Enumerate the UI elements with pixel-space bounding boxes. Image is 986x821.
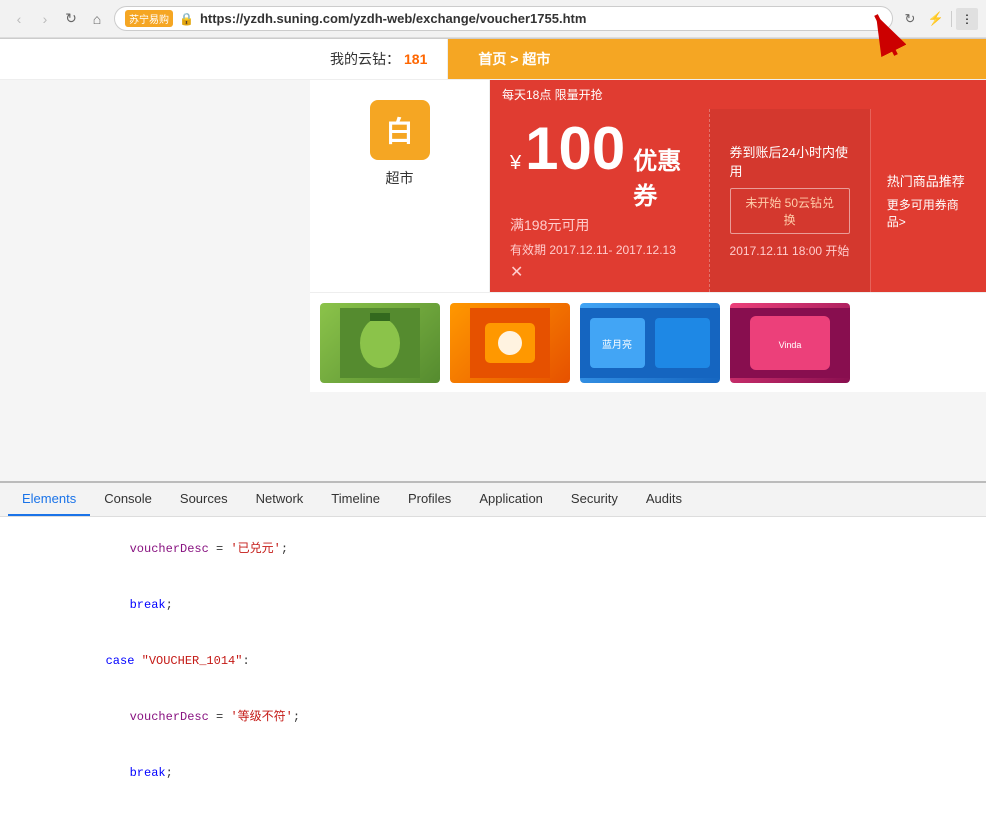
- more-link[interactable]: 更多可用券商品>: [887, 196, 970, 230]
- product-item-2[interactable]: [450, 303, 570, 383]
- products-area: 蓝月亮 Vinda: [310, 292, 986, 392]
- reload-button[interactable]: ↻: [60, 8, 82, 30]
- code-line-3: case "VOUCHER_1014":: [0, 633, 986, 689]
- code-line-2: break;: [0, 577, 986, 633]
- tab-elements[interactable]: Elements: [8, 483, 90, 516]
- coupon-main: ¥ 100 优惠券 满198元可用 有效期 2017.12.11- 2017.1…: [490, 109, 986, 292]
- code-line-1: voucherDesc = '已兑元';: [0, 521, 986, 577]
- tab-profiles[interactable]: Profiles: [394, 483, 465, 516]
- close-button[interactable]: ✕: [510, 262, 689, 282]
- lightning-icon[interactable]: ⚡: [925, 8, 947, 30]
- coupon-section: 每天18点 限量开抢 ¥ 100 优惠券 满198元可用 有效期 2017.12…: [490, 80, 986, 292]
- devtools: Elements Console Sources Network Timelin…: [0, 481, 986, 821]
- main-area: 白 超市 每天18点 限量开抢 ¥ 100 优惠券 满198元可用 有效期 20…: [310, 80, 986, 292]
- svg-text:蓝月亮: 蓝月亮: [602, 338, 632, 351]
- product-image-3: 蓝月亮: [580, 303, 720, 383]
- code-line-4: voucherDesc = '等级不符';: [0, 689, 986, 745]
- product-image-1: [320, 303, 440, 383]
- coupon-left: ¥ 100 优惠券 满198元可用 有效期 2017.12.11- 2017.1…: [490, 109, 709, 292]
- coupon-value: 100: [525, 119, 625, 179]
- tab-security[interactable]: Security: [557, 483, 632, 516]
- code-line-5: break;: [0, 745, 986, 801]
- tab-console[interactable]: Console: [90, 483, 166, 516]
- devtools-tabs: Elements Console Sources Network Timelin…: [0, 483, 986, 517]
- svg-text:Vinda: Vinda: [779, 340, 802, 350]
- product-item-4[interactable]: Vinda: [730, 303, 850, 383]
- coupon-amount: ¥ 100 优惠券: [510, 119, 689, 211]
- coupon-time: 2017.12.11 18:00 开始: [730, 242, 850, 259]
- tab-network[interactable]: Network: [242, 483, 318, 516]
- refresh-icon[interactable]: ↻: [899, 8, 921, 30]
- nav-buttons: ‹ › ↻ ⌂: [8, 8, 108, 30]
- product-item-3[interactable]: 蓝月亮: [580, 303, 720, 383]
- toolbar-actions: ↻ ⚡ ⋮: [899, 8, 978, 30]
- site-badge: 苏宁易购: [125, 10, 173, 27]
- yunzuan-bar: 我的云钻： 181: [310, 39, 448, 79]
- yunzuan-label: 我的云钻：: [330, 49, 400, 69]
- code-line-6: }: [0, 801, 986, 821]
- coupon-min: 满198元可用: [510, 215, 689, 235]
- breadcrumb: 首页 > 超市: [448, 39, 986, 79]
- tab-audits[interactable]: Audits: [632, 483, 696, 516]
- tab-application[interactable]: Application: [465, 483, 557, 516]
- page-nav: 我的云钻： 181 首页 > 超市: [0, 39, 986, 80]
- lock-icon: 🔒: [179, 12, 194, 26]
- yunzuan-count: 181: [404, 51, 427, 67]
- tab-sources[interactable]: Sources: [166, 483, 242, 516]
- coupon-right: 券到账后24小时内使用 未开始 50云钻兑换 2017.12.11 18:00 …: [709, 109, 870, 292]
- back-button[interactable]: ‹: [8, 8, 30, 30]
- address-bar[interactable]: 苏宁易购 🔒 https://yzdh.suning.com/yzdh-web/…: [114, 6, 893, 31]
- hot-products-label: 热门商品推荐: [887, 171, 965, 190]
- product-item-1[interactable]: [320, 303, 440, 383]
- tab-timeline[interactable]: Timeline: [317, 483, 394, 516]
- forward-button[interactable]: ›: [34, 8, 56, 30]
- store-icon: 白: [370, 100, 430, 160]
- product-image-4: Vinda: [730, 303, 850, 383]
- hot-products-section: 热门商品推荐 更多可用券商品>: [870, 109, 986, 292]
- coupon-header: 每天18点 限量开抢: [490, 80, 986, 109]
- browser-toolbar: ‹ › ↻ ⌂ 苏宁易购 🔒 https://yzdh.suning.com/y…: [0, 0, 986, 38]
- left-panel: 白 超市: [310, 80, 490, 292]
- devtools-content: voucherDesc = '已兑元'; break; case "VOUCHE…: [0, 517, 986, 821]
- page-content: 我的云钻： 181 首页 > 超市 白 超市 每天18点 限量开抢 ¥: [0, 39, 986, 499]
- coupon-symbol: ¥: [510, 152, 521, 175]
- home-button[interactable]: ⌂: [86, 8, 108, 30]
- coupon-type-label: 优惠券: [633, 141, 688, 211]
- browser-chrome: ‹ › ↻ ⌂ 苏宁易购 🔒 https://yzdh.suning.com/y…: [0, 0, 986, 39]
- exchange-button[interactable]: 未开始 50云钻兑换: [730, 188, 850, 234]
- address-text: https://yzdh.suning.com/yzdh-web/exchang…: [200, 11, 882, 26]
- product-image-2: [450, 303, 570, 383]
- coupon-validity: 有效期 2017.12.11- 2017.12.13: [510, 241, 689, 258]
- store-name: 超市: [386, 168, 414, 188]
- menu-button[interactable]: ⋮: [956, 8, 978, 30]
- coupon-use-info: 券到账后24小时内使用: [730, 142, 850, 180]
